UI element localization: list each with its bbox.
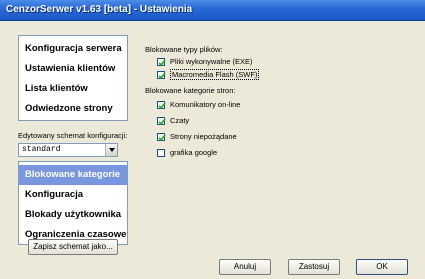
sidebar-item-odwiedzone-strony[interactable]: Odwiedzone strony: [25, 99, 121, 119]
schema-dropdown-value: standard: [22, 145, 61, 154]
checkbox-label-swf: Macromedia Flash (SWF): [170, 69, 260, 80]
file-types-label: Blokowane typy plików:: [145, 45, 223, 54]
settings-panel: Blokowane typy plików: Pliki wykonywalne…: [137, 35, 415, 250]
apply-button[interactable]: Zastosuj: [288, 259, 340, 275]
checkbox-label-niepozadane: Strony niepożądane: [170, 132, 237, 141]
checkbox-niepozadane[interactable]: [157, 133, 166, 142]
schema-dropdown[interactable]: standard: [18, 143, 118, 157]
sidebar: Konfiguracja serwera Ustawienia klientów…: [18, 35, 128, 245]
schema-selector-block: Edytowany schemat konfiguracji: standard: [18, 121, 128, 161]
checkbox-label-exe: Pliki wykonywalne (EXE): [170, 57, 253, 66]
checkbox-swf[interactable]: [157, 71, 166, 80]
sidebar-item-lista-klientow[interactable]: Lista klientów: [25, 79, 121, 99]
sidebar-item-blokady-uzytkownika[interactable]: Blokady użytkownika: [25, 205, 121, 225]
sidebar-top-group: Konfiguracja serwera Ustawienia klientów…: [18, 35, 128, 121]
categories-label: Blokowane kategorie stron:: [145, 86, 236, 95]
checkmark-icon: [158, 102, 166, 110]
cancel-button[interactable]: Anuluj: [219, 259, 271, 275]
chevron-down-icon: [109, 148, 115, 152]
checkmark-icon: [158, 118, 166, 126]
sidebar-item-ustawienia-klientow[interactable]: Ustawienia klientów: [25, 59, 121, 79]
save-schema-button[interactable]: Zapisz schemat jako...: [28, 239, 118, 255]
ok-button[interactable]: OK: [356, 259, 408, 275]
checkmark-icon: [158, 59, 166, 67]
title-bar[interactable]: CenzorSerwer v1.63 [beta] - Ustawienia: [0, 0, 425, 21]
sidebar-item-konfiguracja-serwera[interactable]: Konfiguracja serwera: [25, 39, 122, 59]
checkmark-icon: [158, 134, 166, 142]
checkmark-icon: [158, 72, 166, 80]
window-title: CenzorSerwer v1.63 [beta] - Ustawienia: [6, 4, 193, 15]
schema-label: Edytowany schemat konfiguracji:: [18, 131, 128, 140]
dropdown-arrow-button[interactable]: [105, 144, 117, 156]
checkbox-grafika-google[interactable]: [157, 149, 165, 157]
settings-window: CenzorSerwer v1.63 [beta] - Ustawienia K…: [0, 0, 425, 279]
checkbox-label-komunikatory: Komunikatory on-line: [170, 100, 241, 109]
sidebar-bottom-group: Blokowane kategorie Konfiguracja Blokady…: [18, 161, 128, 245]
checkbox-exe[interactable]: [157, 58, 166, 67]
sidebar-item-konfiguracja[interactable]: Konfiguracja: [25, 185, 121, 205]
checkbox-label-czaty: Czaty: [170, 116, 190, 125]
sidebar-item-blokowane-kategorie[interactable]: Blokowane kategorie: [19, 165, 127, 185]
checkbox-komunikatory[interactable]: [157, 101, 166, 110]
checkbox-czaty[interactable]: [157, 117, 166, 126]
window-client-area: Konfiguracja serwera Ustawienia klientów…: [0, 21, 425, 279]
checkbox-label-grafika-google: grafika google: [170, 148, 218, 157]
